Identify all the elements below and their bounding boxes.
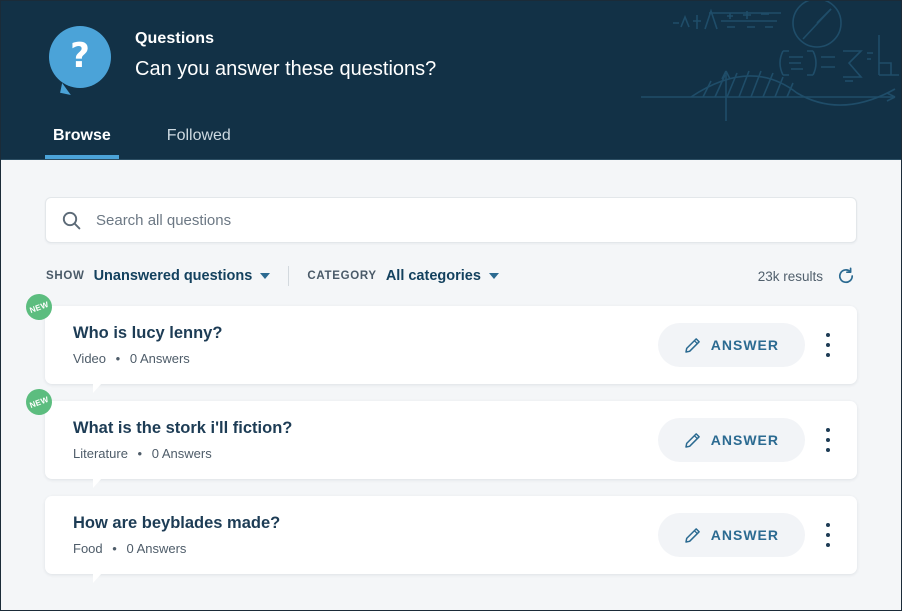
kebab-menu-icon[interactable] <box>817 513 839 557</box>
pencil-icon <box>684 337 701 354</box>
brand-row: ? Questions Can you answer these questio… <box>49 21 901 96</box>
filter-row: SHOW Unanswered questions CATEGORY All c… <box>46 265 856 287</box>
question-card-body: What is the stork i'll fiction? Literatu… <box>73 419 658 461</box>
tab-followed[interactable]: Followed <box>163 128 235 159</box>
question-category: Literature <box>73 445 128 461</box>
category-filter-value: All categories <box>385 268 481 284</box>
category-filter-label: CATEGORY <box>307 270 377 282</box>
kebab-dot <box>826 533 830 537</box>
show-filter-value: Unanswered questions <box>93 268 253 284</box>
meta-separator: • <box>115 350 121 366</box>
logo-question-mark: ? <box>70 35 90 76</box>
show-filter-label: SHOW <box>46 270 85 282</box>
new-badge: NEW <box>22 385 56 419</box>
chevron-down-icon <box>488 273 499 279</box>
question-card[interactable]: NEW What is the stork i'll fiction? Lite… <box>22 385 857 488</box>
question-card[interactable]: NEW Who is lucy lenny? Video • 0 Answers <box>22 290 857 393</box>
search-input[interactable] <box>94 210 840 230</box>
question-answer-count: 0 Answers <box>151 445 212 461</box>
page-subtitle: Can you answer these questions? <box>135 58 437 80</box>
header-content: ? Questions Can you answer these questio… <box>1 1 901 96</box>
kebab-menu-icon[interactable] <box>817 418 839 462</box>
kebab-dot <box>826 543 830 547</box>
question-answer-count: 0 Answers <box>126 540 187 556</box>
tab-browse[interactable]: Browse <box>45 127 119 159</box>
question-bubble-icon: ? <box>49 26 111 96</box>
kebab-dot <box>826 428 830 432</box>
kebab-menu-icon[interactable] <box>817 323 839 367</box>
page-title: Questions <box>135 30 215 47</box>
meta-separator: • <box>112 540 117 556</box>
page-header: ? Questions Can you answer these questio… <box>1 1 901 160</box>
question-answer-count: 0 Answers <box>129 350 190 366</box>
category-filter-dropdown[interactable]: All categories <box>386 268 499 284</box>
pencil-icon <box>684 432 701 449</box>
search-bar[interactable] <box>45 197 857 243</box>
answer-button[interactable]: ANSWER <box>657 323 805 367</box>
question-card-body: How are beyblades made? Food • 0 Answers <box>73 514 658 556</box>
kebab-dot <box>826 333 830 337</box>
question-title[interactable]: What is the stork i'll fiction? <box>73 419 658 439</box>
refresh-icon[interactable] <box>836 266 856 286</box>
kebab-dot <box>826 353 830 357</box>
filter-divider <box>288 266 290 286</box>
new-badge: NEW <box>22 290 56 324</box>
answer-button-label: ANSWER <box>710 432 779 448</box>
question-meta: Video • 0 Answers <box>73 351 658 366</box>
question-meta: Literature • 0 Answers <box>73 446 658 461</box>
kebab-dot <box>826 523 830 527</box>
question-card-body: Who is lucy lenny? Video • 0 Answers <box>73 324 658 366</box>
answer-button-label: ANSWER <box>710 527 779 543</box>
tab-followed-label: Followed <box>166 127 231 144</box>
question-meta: Food • 0 Answers <box>73 541 658 556</box>
question-category: Video <box>73 350 107 366</box>
main-content: SHOW Unanswered questions CATEGORY All c… <box>1 197 901 583</box>
header-tabs: Browse Followed <box>45 127 283 159</box>
question-card[interactable]: How are beyblades made? Food • 0 Answers <box>45 496 857 583</box>
results-count: 23k results <box>757 268 823 284</box>
question-title[interactable]: How are beyblades made? <box>73 514 658 534</box>
kebab-dot <box>826 438 830 442</box>
answer-button-label: ANSWER <box>710 337 779 353</box>
search-icon <box>62 211 81 230</box>
questions-app: ? Questions Can you answer these questio… <box>0 0 902 611</box>
chevron-down-icon <box>260 273 271 279</box>
question-title[interactable]: Who is lucy lenny? <box>73 324 658 344</box>
show-filter-dropdown[interactable]: Unanswered questions <box>94 268 271 284</box>
brand-text: Questions Can you answer these questions… <box>135 21 436 81</box>
answer-button[interactable]: ANSWER <box>657 418 805 462</box>
question-list: NEW Who is lucy lenny? Video • 0 Answers <box>22 290 857 583</box>
pencil-icon <box>684 527 701 544</box>
tab-browse-label: Browse <box>53 127 111 144</box>
meta-separator: • <box>137 445 143 461</box>
kebab-dot <box>826 343 830 347</box>
question-category: Food <box>73 540 103 556</box>
kebab-dot <box>826 448 830 452</box>
answer-button[interactable]: ANSWER <box>657 513 805 557</box>
